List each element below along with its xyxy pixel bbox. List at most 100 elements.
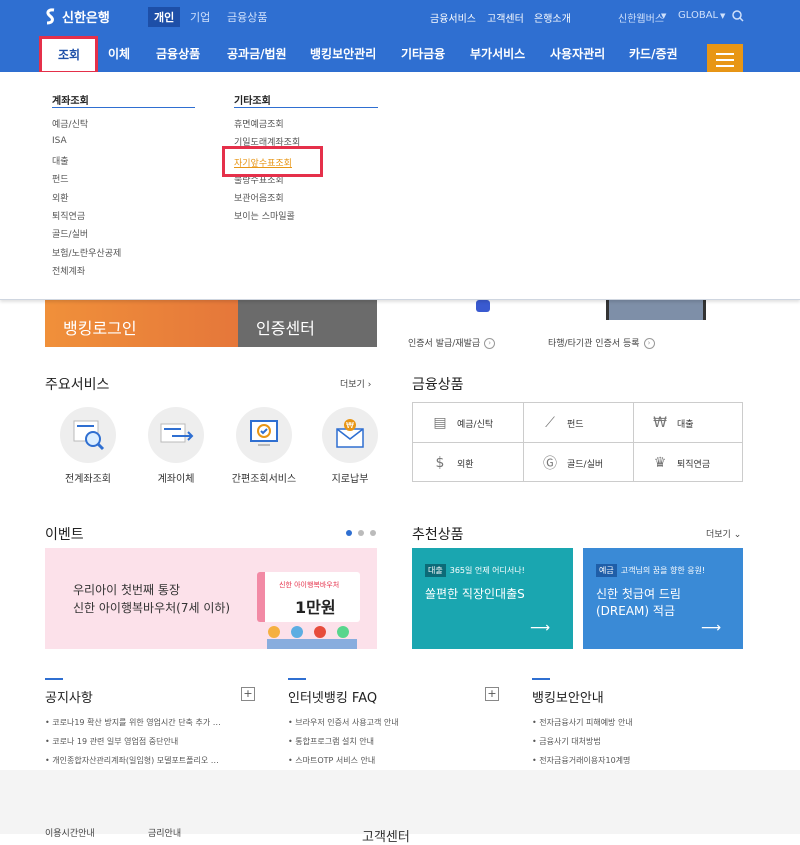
security-title: 뱅킹보안안내: [532, 691, 604, 706]
giro-service[interactable]: ₩: [322, 407, 378, 463]
util-about-bank[interactable]: 은행소개: [534, 10, 571, 25]
nav-other-finance[interactable]: 기타금융: [401, 45, 445, 62]
dd-item-isa[interactable]: ISA: [52, 136, 67, 146]
main-services-more-link[interactable]: 더보기 ›: [340, 377, 371, 390]
arrow-right-icon: ⟶: [530, 620, 551, 636]
notice-item[interactable]: • 코로나19 확산 방지를 위한 영업시간 단축 추가 …: [45, 717, 221, 728]
dd-item-gold[interactable]: 골드/실버: [52, 227, 88, 240]
event-banner[interactable]: 우리아이 첫번째 통장 신한 아이행복바우처(7세 이하) 신한 아이행복바우처…: [45, 548, 377, 649]
envelope-won-icon: ₩: [336, 419, 364, 448]
nav-products[interactable]: 금융상품: [156, 45, 200, 62]
dd-item-pension[interactable]: 퇴직연금: [52, 209, 85, 222]
arrow-right-icon: ›: [643, 338, 655, 349]
chevron-down-icon: ▼: [720, 12, 726, 20]
recommend-more-link[interactable]: 더보기 ⌄: [706, 527, 741, 540]
util-financial-services[interactable]: 금융서비스: [430, 10, 476, 25]
security-item[interactable]: • 전자금융사기 피해예방 안내: [532, 717, 633, 728]
product-gold[interactable]: Ⓖ 골드/실버: [523, 443, 633, 483]
footer-rate-link[interactable]: 금리안내: [148, 826, 181, 839]
quick-inquiry-service[interactable]: [236, 407, 292, 463]
faq-more-plus-icon[interactable]: +: [485, 687, 499, 701]
product-pension[interactable]: ♛ 퇴직연금: [633, 443, 743, 483]
nav-inquiry-label: 조회: [58, 48, 81, 62]
notice-more-plus-icon[interactable]: +: [241, 687, 255, 701]
recommend-card-savings[interactable]: 예금 고객님의 꿈을 향한 응원! 신한 첫급여 드림 (DREAM) 적금 ⟶: [583, 548, 743, 649]
magnifier-document-icon: [73, 420, 105, 451]
carousel-dot[interactable]: [370, 530, 376, 536]
notice-text: 개인종합자산관리계좌(일임형) 모델포트폴리오 …: [52, 756, 219, 765]
recommend-card-loan[interactable]: 대출 365일 언제 어디서나! 쏠편한 직장인대출S ⟶: [412, 548, 573, 649]
menu-icon: [716, 53, 734, 55]
dd-item-cashier-check: 자기앞수표조회: [234, 159, 292, 169]
inquiry-dropdown: 계좌조회 예금/신탁 ISA 대출 펀드 외환 퇴직연금 골드/실버 보험/노란…: [0, 72, 800, 300]
util-customer-center[interactable]: 고객센터: [487, 10, 524, 25]
faq-item[interactable]: • 스마트OTP 서비스 안내: [288, 755, 375, 766]
divider: [52, 107, 195, 108]
coins-icon: $: [435, 455, 445, 471]
dd-item-deposit[interactable]: 예금/신탁: [52, 117, 88, 130]
dd-item-fund[interactable]: 펀드: [52, 172, 69, 185]
brand-name: 신한은행: [62, 11, 110, 26]
shinhan-logo-icon: [46, 7, 55, 24]
accent-bar: [288, 678, 306, 680]
nav-card-securities[interactable]: 카드/증권: [629, 45, 678, 62]
footer-customer-center[interactable]: 고객센터: [362, 826, 410, 845]
banking-login-button[interactable]: 뱅킹로그인: [45, 300, 238, 347]
family-site-select[interactable]: 신한웹버스: [618, 10, 664, 25]
search-icon[interactable]: [732, 10, 744, 22]
all-accounts-service[interactable]: [60, 407, 116, 463]
product-label: 대출: [677, 419, 694, 430]
dd-item-all-accounts[interactable]: 전체계좌: [52, 264, 85, 277]
product-deposit[interactable]: ▤ 예금/신탁: [413, 403, 523, 443]
transfer-service[interactable]: [148, 407, 204, 463]
banner-figure: [476, 300, 490, 312]
banking-login-label: 뱅킹로그인: [63, 319, 137, 338]
nav-extra-services[interactable]: 부가서비스: [470, 45, 525, 62]
product-fund[interactable]: ⟋ 펀드: [523, 403, 633, 443]
dd-item-insurance[interactable]: 보험/노란우산공제: [52, 246, 121, 259]
product-loan[interactable]: ₩ 대출: [633, 403, 743, 443]
rec2-tag: 예금: [596, 564, 617, 577]
nav-transfer[interactable]: 이체: [108, 45, 130, 62]
cert-issue-link[interactable]: 인증서 발급/재발급 ›: [408, 336, 496, 349]
dd-item-held-bill[interactable]: 보관어음조회: [234, 191, 284, 204]
product-fx[interactable]: $ 외환: [413, 443, 523, 483]
voucher-card: 신한 아이행복바우처 1만원: [257, 572, 360, 622]
dd-item-loan[interactable]: 대출: [52, 154, 69, 167]
product-label: 골드/실버: [567, 459, 604, 470]
dd-item-dormant[interactable]: 휴면예금조회: [234, 117, 284, 130]
recommend-title: 추천상품: [412, 527, 464, 543]
product-label: 외환: [457, 459, 474, 470]
brand-logo[interactable]: 신한은행: [44, 7, 110, 26]
security-item[interactable]: • 전자금융거래이용자10계명: [532, 755, 630, 766]
nav-inquiry-selected[interactable]: 조회: [39, 36, 98, 74]
faq-item[interactable]: • 브라우저 인증서 사용고객 안내: [288, 717, 399, 728]
dropdown-account-title: 계좌조회: [52, 96, 89, 107]
nav-banking-security[interactable]: 뱅킹보안관리: [310, 45, 376, 62]
cert-register-link[interactable]: 타행/타기관 인증서 등록 ›: [548, 336, 655, 349]
segment-personal[interactable]: 개인: [148, 7, 181, 27]
dd-item-cashier-check-selected[interactable]: 자기앞수표조회: [222, 146, 323, 177]
dd-item-smile-call[interactable]: 보이는 스마일콜: [234, 209, 295, 222]
arrow-right-icon: ›: [484, 338, 496, 349]
voucher-amount: 1만원: [295, 598, 336, 617]
carousel-dot-active[interactable]: [346, 530, 352, 536]
more-label: 더보기: [340, 380, 365, 390]
footer-hours-link[interactable]: 이용시간안내: [45, 826, 95, 839]
global-select[interactable]: GLOBAL: [678, 10, 718, 21]
gold-coin-icon: Ⓖ: [543, 456, 557, 472]
cert-center-label: 인증센터: [256, 319, 315, 338]
nav-utilities-court[interactable]: 공과금/법원: [227, 45, 287, 62]
main-services-title: 주요서비스: [45, 377, 110, 393]
cert-center-button[interactable]: 인증센터: [238, 300, 377, 347]
dd-item-fx[interactable]: 외환: [52, 191, 69, 204]
segment-business[interactable]: 기업: [190, 9, 210, 25]
notice-item[interactable]: • 코로나 19 관련 일부 영업점 중단안내: [45, 736, 178, 747]
svg-text:₩: ₩: [346, 421, 354, 430]
notice-item[interactable]: • 개인종합자산관리계좌(일임형) 모델포트폴리오 …: [45, 755, 219, 766]
segment-products[interactable]: 금융상품: [227, 9, 267, 25]
faq-item[interactable]: • 통합프로그램 설치 안내: [288, 736, 374, 747]
carousel-dot[interactable]: [358, 530, 364, 536]
nav-user-management[interactable]: 사용자관리: [550, 45, 605, 62]
security-item[interactable]: • 금융사기 대처방법: [532, 736, 601, 747]
